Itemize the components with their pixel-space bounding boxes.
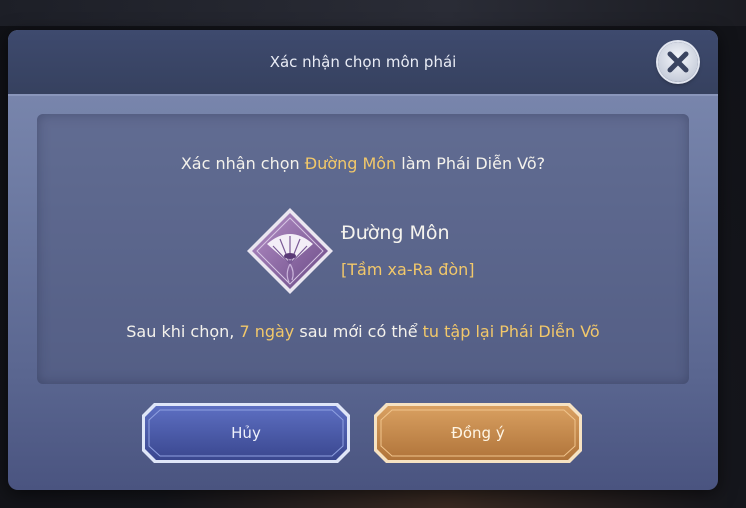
close-icon	[667, 51, 689, 73]
question-suffix: làm Phái Diễn Võ?	[396, 154, 546, 173]
background-strip	[0, 0, 746, 26]
cancel-button[interactable]: Hủy	[140, 401, 352, 465]
note-reselect-highlight: tu tập lại Phái Diễn Võ	[422, 322, 600, 341]
question-sect-highlight: Đường Môn	[304, 154, 397, 173]
confirm-question: Xác nhận chọn Đường Môn làm Phái Diễn Võ…	[37, 154, 689, 173]
close-button[interactable]	[658, 42, 698, 82]
confirm-button[interactable]: Đồng ý	[372, 401, 584, 465]
content-panel: Xác nhận chọn Đường Môn làm Phái Diễn Võ…	[37, 114, 689, 384]
dialog-header: Xác nhận chọn môn phái	[8, 30, 718, 96]
note-part1: Sau khi chọn,	[126, 322, 240, 341]
sect-tag: [Tầm xa-Ra đòn]	[341, 260, 475, 279]
sect-name: Đường Môn	[341, 222, 450, 244]
cancel-button-label: Hủy	[231, 424, 261, 442]
cooldown-note: Sau khi chọn, 7 ngày sau mới có thể tu t…	[37, 322, 689, 341]
fan-emblem-icon	[245, 206, 335, 296]
sect-confirm-dialog: Xác nhận chọn môn phái Xác nhận chọn Đườ…	[8, 30, 718, 490]
question-prefix: Xác nhận chọn	[180, 154, 305, 173]
confirm-button-label: Đồng ý	[451, 424, 505, 442]
note-days-highlight: 7 ngày	[239, 322, 295, 341]
note-part2: sau mới có thể	[294, 322, 423, 341]
dialog-title: Xác nhận chọn môn phái	[269, 53, 457, 71]
